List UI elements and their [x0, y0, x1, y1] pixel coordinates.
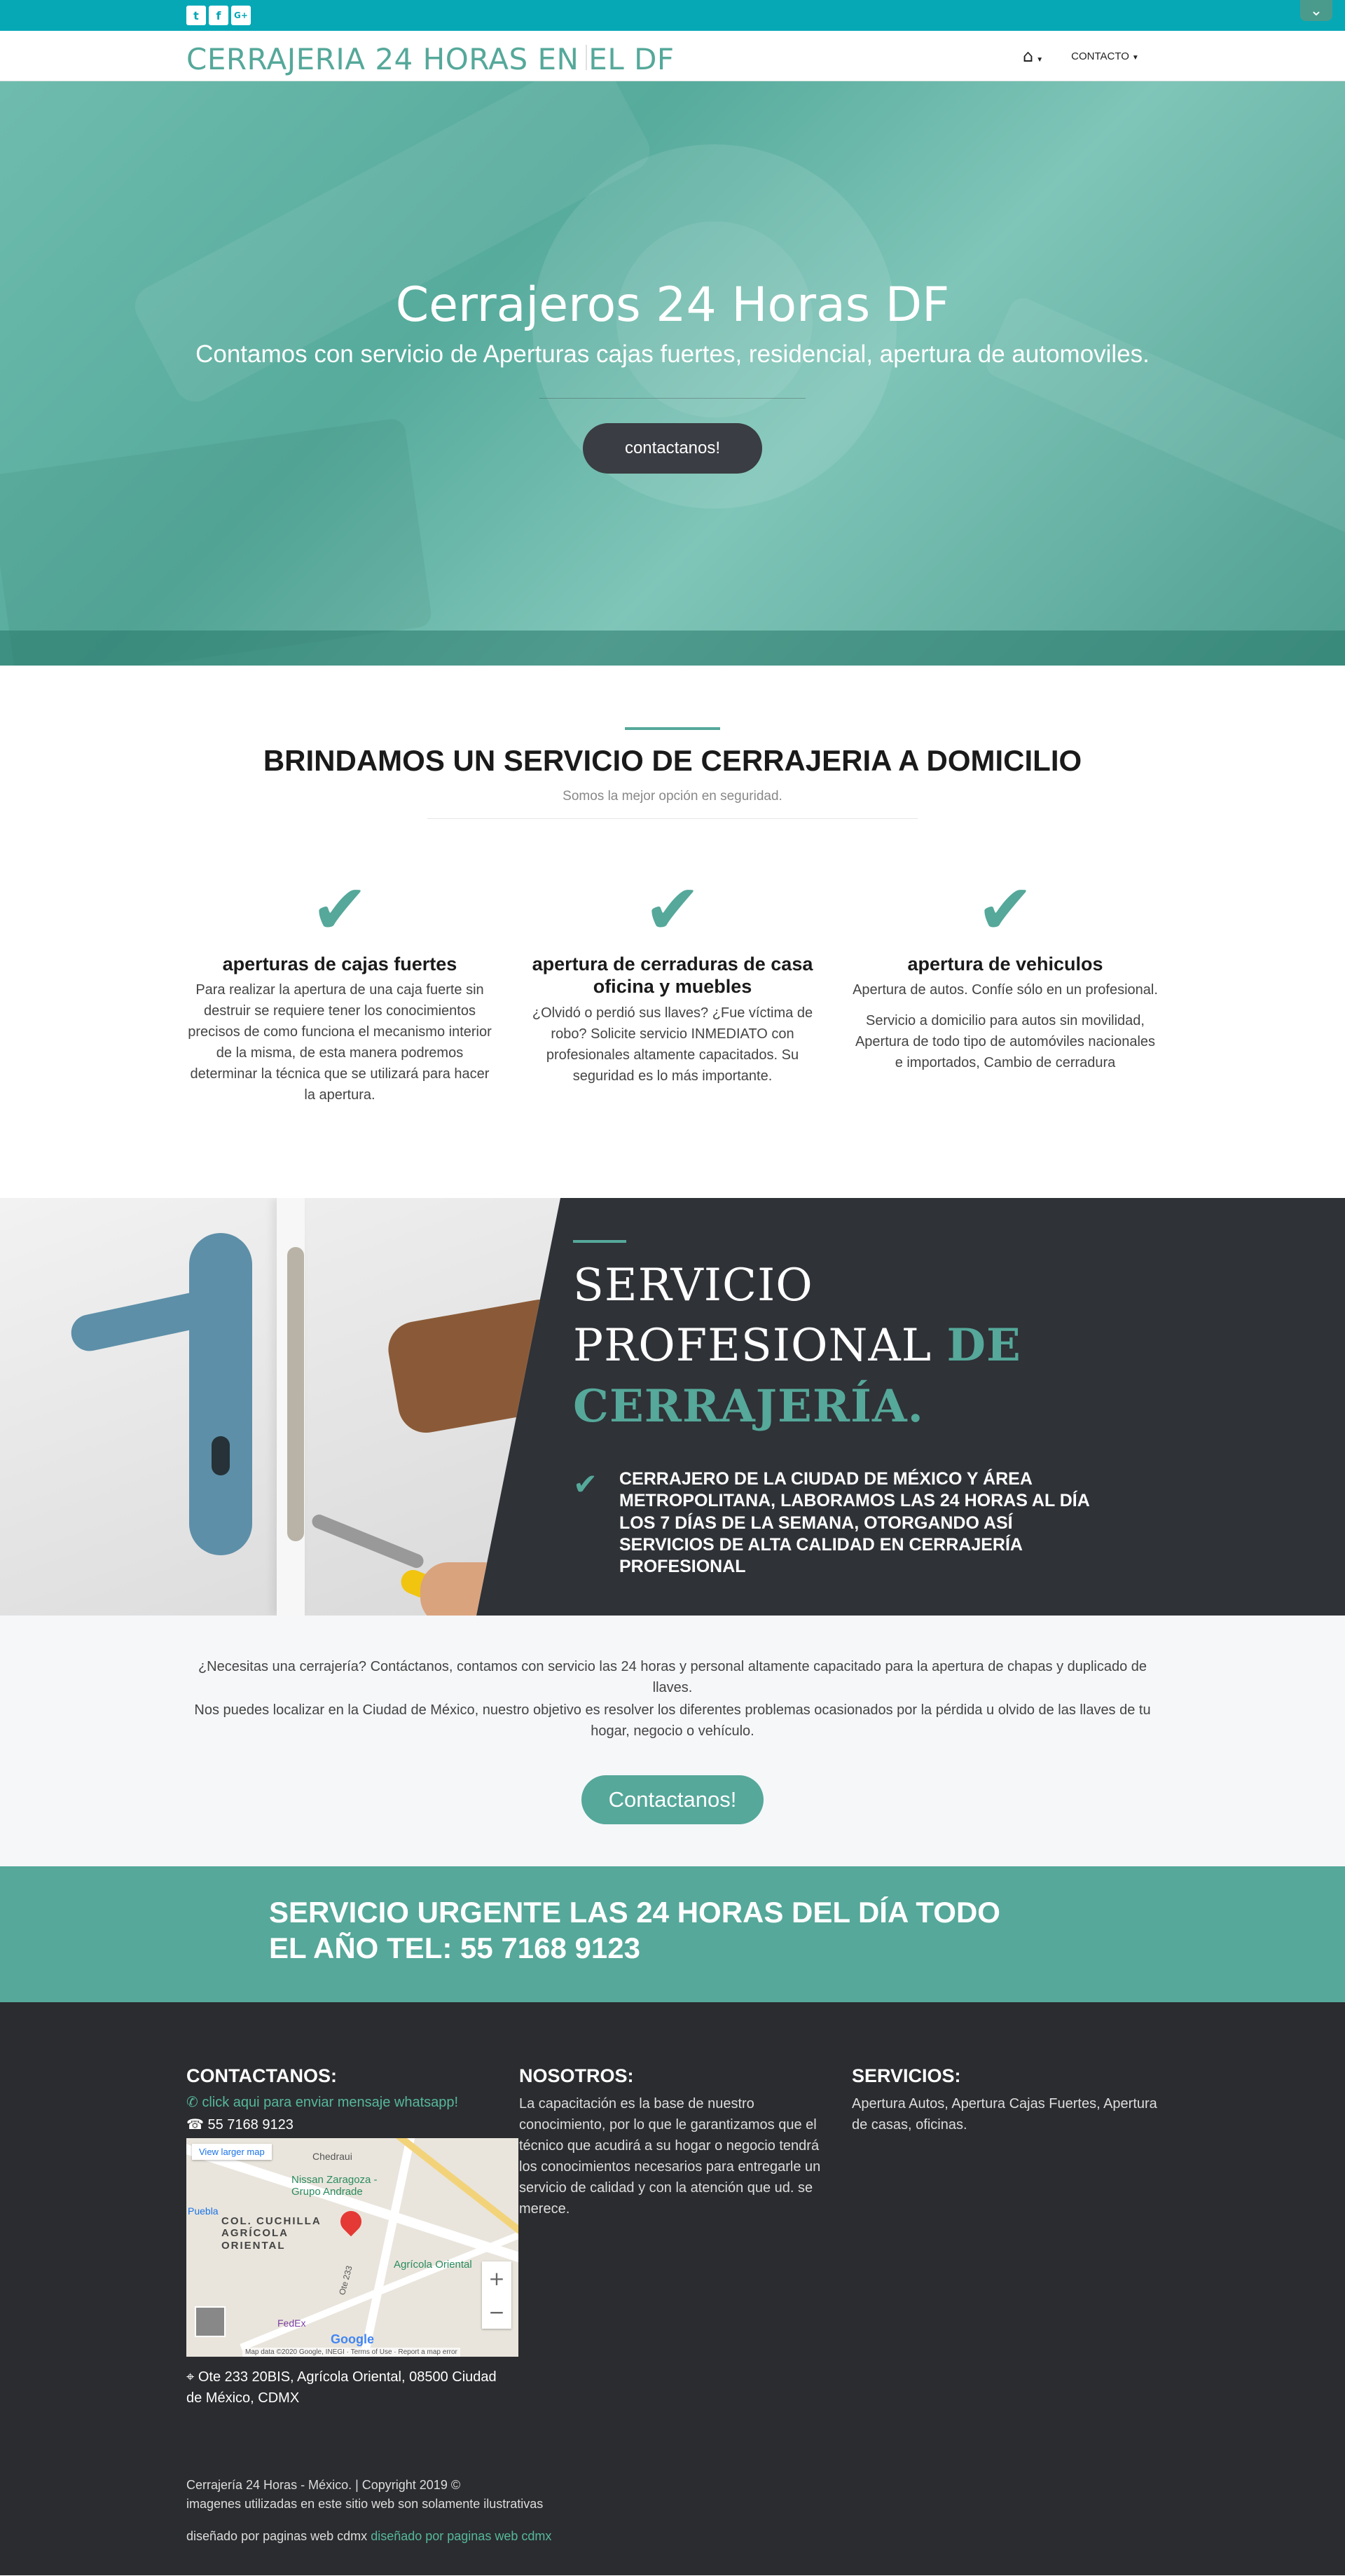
- check-icon: ✔: [976, 870, 1035, 950]
- section-divider: [427, 818, 918, 819]
- footer-contact-heading: CONTACTANOS:: [186, 2065, 337, 2086]
- nav-item-contacto[interactable]: CONTACTO ▼: [1071, 50, 1139, 62]
- google-map[interactable]: View larger map Chedraui Nissan Zaragoza…: [186, 2138, 518, 2357]
- twitter-icon[interactable]: t: [186, 6, 206, 25]
- view-larger-map-link[interactable]: View larger map: [192, 2144, 272, 2160]
- keyhole: [212, 1436, 230, 1475]
- navbar: CERRAJERIA 24 HORAS EN EL DF ⌂ ▼ CONTACTO…: [0, 31, 1345, 81]
- locksmith-photo: [0, 1198, 560, 1616]
- map-road: [357, 2138, 416, 2357]
- hero-section: Cerrajeros 24 Horas DF Contamos con serv…: [0, 81, 1345, 666]
- info-paragraph: Nos puedes localizar en la Ciudad de Méx…: [194, 1702, 1151, 1739]
- service-title: apertura de cerraduras de casa oficina y…: [532, 953, 813, 998]
- map-label: Puebla: [188, 2205, 219, 2217]
- street-view-icon[interactable]: [195, 2306, 226, 2337]
- google-plus-icon[interactable]: G+: [231, 6, 251, 25]
- map-label: Chedraui: [312, 2151, 352, 2162]
- map-label: Ote 233: [337, 2264, 354, 2296]
- check-icon: ✔: [573, 1467, 598, 1501]
- locksmith-arm: [384, 1295, 560, 1438]
- hero-background-shape: [0, 417, 433, 666]
- urgent-banner: SERVICIO URGENTE LAS 24 HORAS DEL DÍA TO…: [0, 1866, 1345, 2002]
- hero-bottom-band: [0, 631, 1345, 666]
- heading-plain: SERVICIO PROFESIONAL: [573, 1260, 947, 1372]
- map-label: Nissan Zaragoza - Grupo Andrade: [291, 2174, 378, 2198]
- services-heading: BRINDAMOS UN SERVICIO DE CERRAJERIA A DO…: [263, 744, 1082, 777]
- map-zoom-control: + −: [482, 2261, 511, 2329]
- check-icon: ✔: [643, 870, 702, 950]
- whatsapp-icon: ✆: [186, 2095, 202, 2110]
- info-paragraph: ¿Necesitas una cerrajería? Contáctanos, …: [198, 1659, 1147, 1695]
- service-text: ¿Olvidó o perdió sus llaves? ¿Fue víctim…: [532, 1005, 813, 1084]
- whatsapp-label: click aqui para enviar mensaje whatsapp!: [202, 2095, 459, 2110]
- footer-phone: ☎ 55 7168 9123: [186, 2116, 294, 2133]
- lock-strip: [287, 1247, 304, 1541]
- professional-section: SERVICIO PROFESIONAL DE CERRAJERÍA. ✔ CE…: [0, 1198, 1345, 1616]
- footer-about-heading: NOSOTROS:: [519, 2065, 634, 2086]
- hero-title: Cerrajeros 24 Horas DF: [395, 277, 950, 333]
- brand-logo[interactable]: CERRAJERIA 24 HORAS EN EL DF: [186, 42, 675, 76]
- service-title: apertura de vehiculos: [907, 953, 1103, 974]
- phone-number: 55 7168 9123: [207, 2117, 294, 2133]
- nav-item-label: CONTACTO: [1071, 50, 1129, 62]
- services-section: BRINDAMOS UN SERVICIO DE CERRAJERIA A DO…: [0, 666, 1345, 1198]
- service-text: Para realizar la apertura de una caja fu…: [188, 982, 492, 1103]
- nav-menu: ⌂ ▼ CONTACTO ▼: [1023, 46, 1139, 66]
- door-handle-plate: [189, 1233, 252, 1555]
- footer-services-text: Apertura Autos, Apertura Cajas Fuertes, …: [852, 2096, 1157, 2133]
- footer-about-text: La capacitación es la base de nuestro co…: [519, 2096, 821, 2217]
- whatsapp-link[interactable]: ✆ click aqui para enviar mensaje whatsap…: [186, 2093, 458, 2111]
- phone-icon: ☎: [186, 2117, 208, 2133]
- image-disclaimer: imagenes utilizadas en este sitio web so…: [186, 2497, 544, 2511]
- caret-down-icon: ▼: [1131, 53, 1139, 62]
- service-card: ✔ aperturas de cajas fuertes Para realiz…: [186, 876, 494, 1106]
- section-accent-bar: [625, 727, 720, 730]
- check-icon: ✔: [310, 870, 369, 950]
- services-lead: Somos la mejor opción en seguridad.: [563, 789, 782, 804]
- map-label: Agrícola Oriental: [394, 2259, 472, 2271]
- zoom-in-button[interactable]: +: [488, 2267, 504, 2290]
- service-text: Apertura de autos. Confíe sólo en un pro…: [853, 982, 1158, 998]
- social-links: t f G+: [186, 6, 251, 25]
- top-bar: t f G+ ⌄: [0, 0, 1345, 31]
- footer: CONTACTANOS: ✆ click aqui para enviar me…: [0, 2002, 1345, 2575]
- footer-services-heading: SERVICIOS:: [852, 2065, 961, 2086]
- map-label: COL. CUCHILLA AGRÍCOLA ORIENTAL: [221, 2215, 322, 2252]
- service-title: aperturas de cajas fuertes: [222, 953, 457, 974]
- address-text: Ote 233 20BIS, Agrícola Oriental, 08500 …: [186, 2369, 497, 2406]
- service-text-extra: Servicio a domicilio para autos sin movi…: [855, 1013, 1156, 1071]
- map-label: FedEx: [277, 2317, 306, 2329]
- hero-subtitle: Contamos con servicio de Aperturas cajas…: [195, 340, 1150, 368]
- home-icon: ⌂: [1023, 46, 1034, 66]
- chevron-down-icon[interactable]: ⌄: [1300, 0, 1332, 21]
- hero-divider: [539, 398, 806, 399]
- google-logo: Google: [331, 2332, 374, 2346]
- section-accent-bar: [573, 1240, 626, 1243]
- nav-item-home[interactable]: ⌂ ▼: [1023, 46, 1043, 66]
- professional-text: CERRAJERO DE LA CIUDAD DE MÉXICO Y ÁREA …: [619, 1469, 1089, 1576]
- brand-divider: [586, 45, 587, 70]
- contact-button[interactable]: Contactanos!: [581, 1775, 764, 1824]
- hero-contact-button[interactable]: contactanos!: [583, 423, 762, 474]
- zoom-out-button[interactable]: −: [488, 2301, 504, 2324]
- copyright-text: Cerrajería 24 Horas - México. | Copyrigh…: [186, 2478, 461, 2492]
- footer-address: ⌖ Ote 233 20BIS, Agrícola Oriental, 0850…: [186, 2367, 509, 2409]
- map-marker-icon: ⌖: [186, 2369, 198, 2385]
- designer-link[interactable]: diseñado por paginas web cdmx: [371, 2529, 551, 2543]
- copyright: Cerrajería 24 Horas - México. | Copyrigh…: [186, 2476, 543, 2514]
- designer-credit-text: diseñado por paginas web cdmx: [186, 2529, 368, 2543]
- service-card: ✔ apertura de vehiculos Apertura de auto…: [851, 876, 1159, 1073]
- urgent-text: SERVICIO URGENTE LAS 24 HORAS DEL DÍA TO…: [269, 1896, 1000, 1965]
- locksmith-hand: [420, 1562, 511, 1616]
- caret-down-icon: ▼: [1036, 56, 1044, 64]
- professional-heading: SERVICIO PROFESIONAL DE CERRAJERÍA.: [573, 1255, 1105, 1437]
- facebook-icon[interactable]: f: [209, 6, 228, 25]
- service-card: ✔ apertura de cerraduras de casa oficina…: [518, 876, 827, 1087]
- map-attribution[interactable]: Map data ©2020 Google, INEGI · Terms of …: [242, 2348, 460, 2357]
- screwdriver: [310, 1512, 426, 1571]
- info-section: ¿Necesitas una cerrajería? Contáctanos, …: [0, 1616, 1345, 1866]
- designer-credit: diseñado por paginas web cdmx diseñado p…: [186, 2529, 551, 2544]
